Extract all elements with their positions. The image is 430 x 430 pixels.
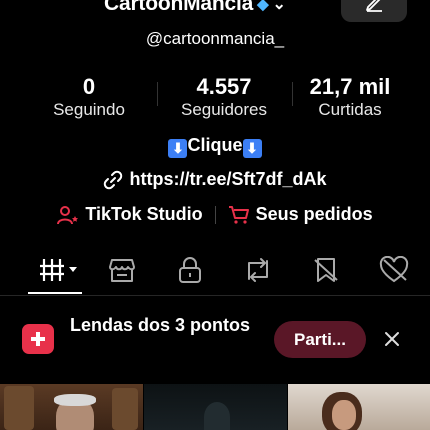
first-aid-icon [22,324,54,354]
stat-following-label: Seguindo [53,100,125,119]
tab-liked[interactable] [374,255,414,285]
lock-icon [179,257,201,283]
video-thumbnail[interactable] [0,384,143,430]
studio-user-icon [57,205,79,224]
cart-icon [228,205,249,224]
edit-icon [366,0,382,12]
stat-divider [157,82,158,106]
stat-followers-label: Seguidores [180,100,267,119]
video-thumbnail[interactable] [288,384,430,430]
bio-text: ⬇ Clique ⬇ [0,135,430,158]
stat-likes[interactable]: 21,7 mil Curtidas [290,74,410,120]
down-arrow-icon: ⬇ [242,139,262,158]
tabs-divider [0,295,430,296]
tab-reposts[interactable] [238,255,278,285]
video-thumbnail[interactable] [144,384,287,430]
liked-icon [379,256,409,283]
tab-private[interactable] [170,255,210,285]
username-text: CartoonMancia [104,0,254,15]
stat-followers[interactable]: 4.557 Seguidores [164,74,284,120]
tiktok-studio-label: TikTok Studio [85,204,203,224]
orders-link[interactable]: Seus pedidos [228,204,373,225]
orders-label: Seus pedidos [255,204,373,224]
diamond-badge-icon: ◆ [257,0,269,13]
tab-videos[interactable] [34,255,82,285]
link-icon [104,170,123,189]
tab-saved[interactable] [306,255,346,285]
bio-line: Clique [187,135,243,155]
stat-following-value: 0 [82,74,96,99]
stat-following[interactable]: 0 Seguindo [29,74,149,120]
shop-icon [109,259,135,282]
stat-followers-value: 4.557 [196,74,252,99]
down-arrow-icon: ⬇ [168,139,188,158]
profile-handle: @cartoonmancia_ [145,29,285,48]
stat-likes-value: 21,7 mil [309,74,391,99]
tab-shop[interactable] [102,255,142,285]
profile-link[interactable]: https://tr.ee/Sft7df_dAk [0,169,430,190]
edit-profile-button[interactable] [341,0,407,22]
saved-icon [314,258,338,282]
shortcut-divider [214,205,216,224]
stat-likes-label: Curtidas [318,100,382,119]
participate-button[interactable]: Parti... [274,321,366,358]
banner-title: Lendas dos 3 pontos [70,315,251,335]
active-tab-indicator [28,292,82,294]
chevron-down-icon[interactable]: ⌄ [272,0,285,14]
repost-icon [248,258,268,282]
close-icon[interactable] [381,328,403,350]
shortcuts-row: TikTok Studio Seus pedidos [0,204,430,225]
grid-icon [40,259,77,281]
link-text: https://tr.ee/Sft7df_dAk [129,169,327,189]
profile-username[interactable]: CartoonMancia ◆ ⌄ [104,0,286,16]
tiktok-studio-link[interactable]: TikTok Studio [57,204,203,225]
